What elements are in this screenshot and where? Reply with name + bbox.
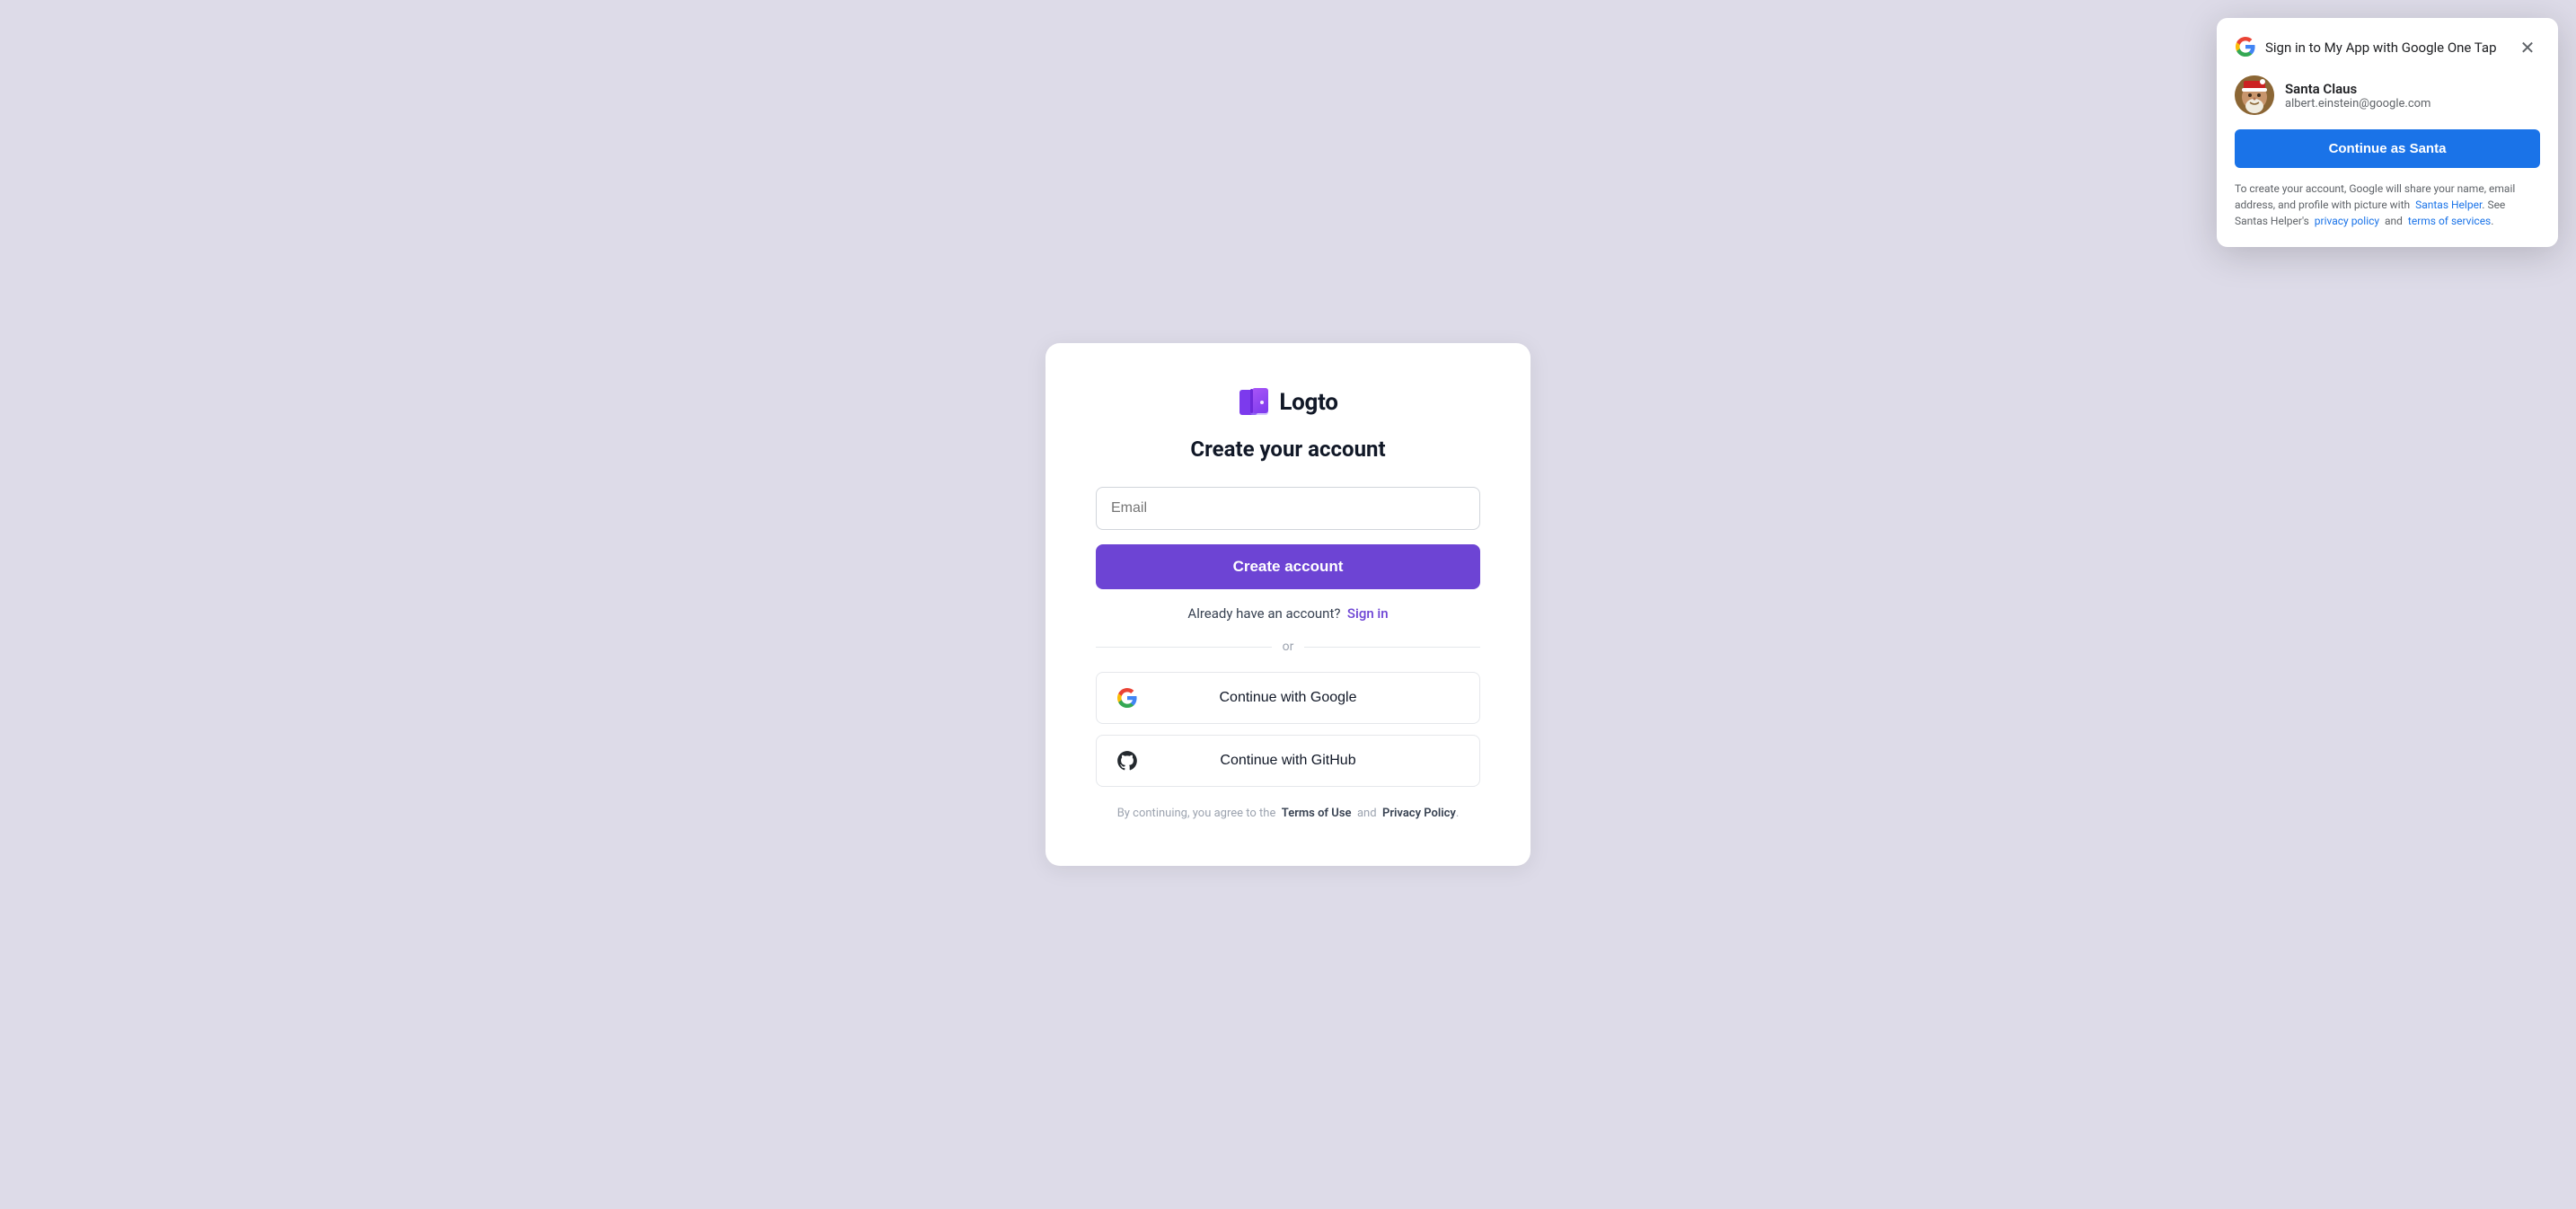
santas-helper-link[interactable]: Santas Helper	[2415, 199, 2482, 211]
google-button-label: Continue with Google	[1154, 690, 1422, 706]
user-name: Santa Claus	[2285, 81, 2430, 97]
one-tap-title-text: Sign in to My App with Google One Tap	[2265, 40, 2497, 57]
terms-of-service-one-tap-link[interactable]: terms of services	[2408, 215, 2491, 227]
logo-container: Logto	[1238, 386, 1337, 419]
one-tap-user: Santa Claus albert.einstein@google.com	[2235, 75, 2540, 115]
logto-logo-icon	[1238, 386, 1270, 419]
github-icon	[1115, 748, 1140, 773]
one-tap-close-button[interactable]: ✕	[2515, 36, 2540, 61]
user-avatar	[2235, 75, 2274, 115]
user-info: Santa Claus albert.einstein@google.com	[2285, 81, 2430, 110]
divider-line-right	[1304, 647, 1480, 648]
auth-card: Logto Create your account Create account…	[1045, 343, 1531, 866]
one-tap-header: Sign in to My App with Google One Tap ✕	[2235, 36, 2540, 61]
github-button-label: Continue with GitHub	[1154, 753, 1422, 769]
continue-with-github-button[interactable]: Continue with GitHub	[1096, 735, 1480, 787]
terms-text: By continuing, you agree to the Terms of…	[1117, 805, 1460, 823]
one-tap-title: Sign in to My App with Google One Tap	[2235, 36, 2497, 61]
avatar-image	[2235, 75, 2274, 115]
signin-link[interactable]: Sign in	[1347, 605, 1389, 622]
divider: or	[1096, 640, 1480, 654]
page-wrapper: Logto Create your account Create account…	[0, 0, 2576, 1209]
logo-text: Logto	[1279, 389, 1337, 416]
divider-text: or	[1283, 640, 1294, 654]
terms-of-use-link[interactable]: Terms of Use	[1282, 807, 1352, 820]
signin-prompt: Already have an account? Sign in	[1187, 605, 1388, 622]
user-email: albert.einstein@google.com	[2285, 97, 2430, 110]
page-title: Create your account	[1190, 437, 1385, 462]
google-one-tap-popup: Sign in to My App with Google One Tap ✕	[2217, 18, 2558, 247]
divider-line-left	[1096, 647, 1272, 648]
continue-as-santa-button[interactable]: Continue as Santa	[2235, 129, 2540, 168]
one-tap-disclaimer: To create your account, Google will shar…	[2235, 181, 2540, 229]
privacy-policy-link[interactable]: Privacy Policy	[1382, 807, 1456, 820]
email-input[interactable]	[1096, 487, 1480, 530]
create-account-button[interactable]: Create account	[1096, 544, 1480, 589]
google-icon	[1115, 685, 1140, 710]
continue-with-google-button[interactable]: Continue with Google	[1096, 672, 1480, 724]
google-one-tap-icon	[2235, 36, 2256, 61]
privacy-policy-one-tap-link[interactable]: privacy policy	[2315, 215, 2379, 227]
